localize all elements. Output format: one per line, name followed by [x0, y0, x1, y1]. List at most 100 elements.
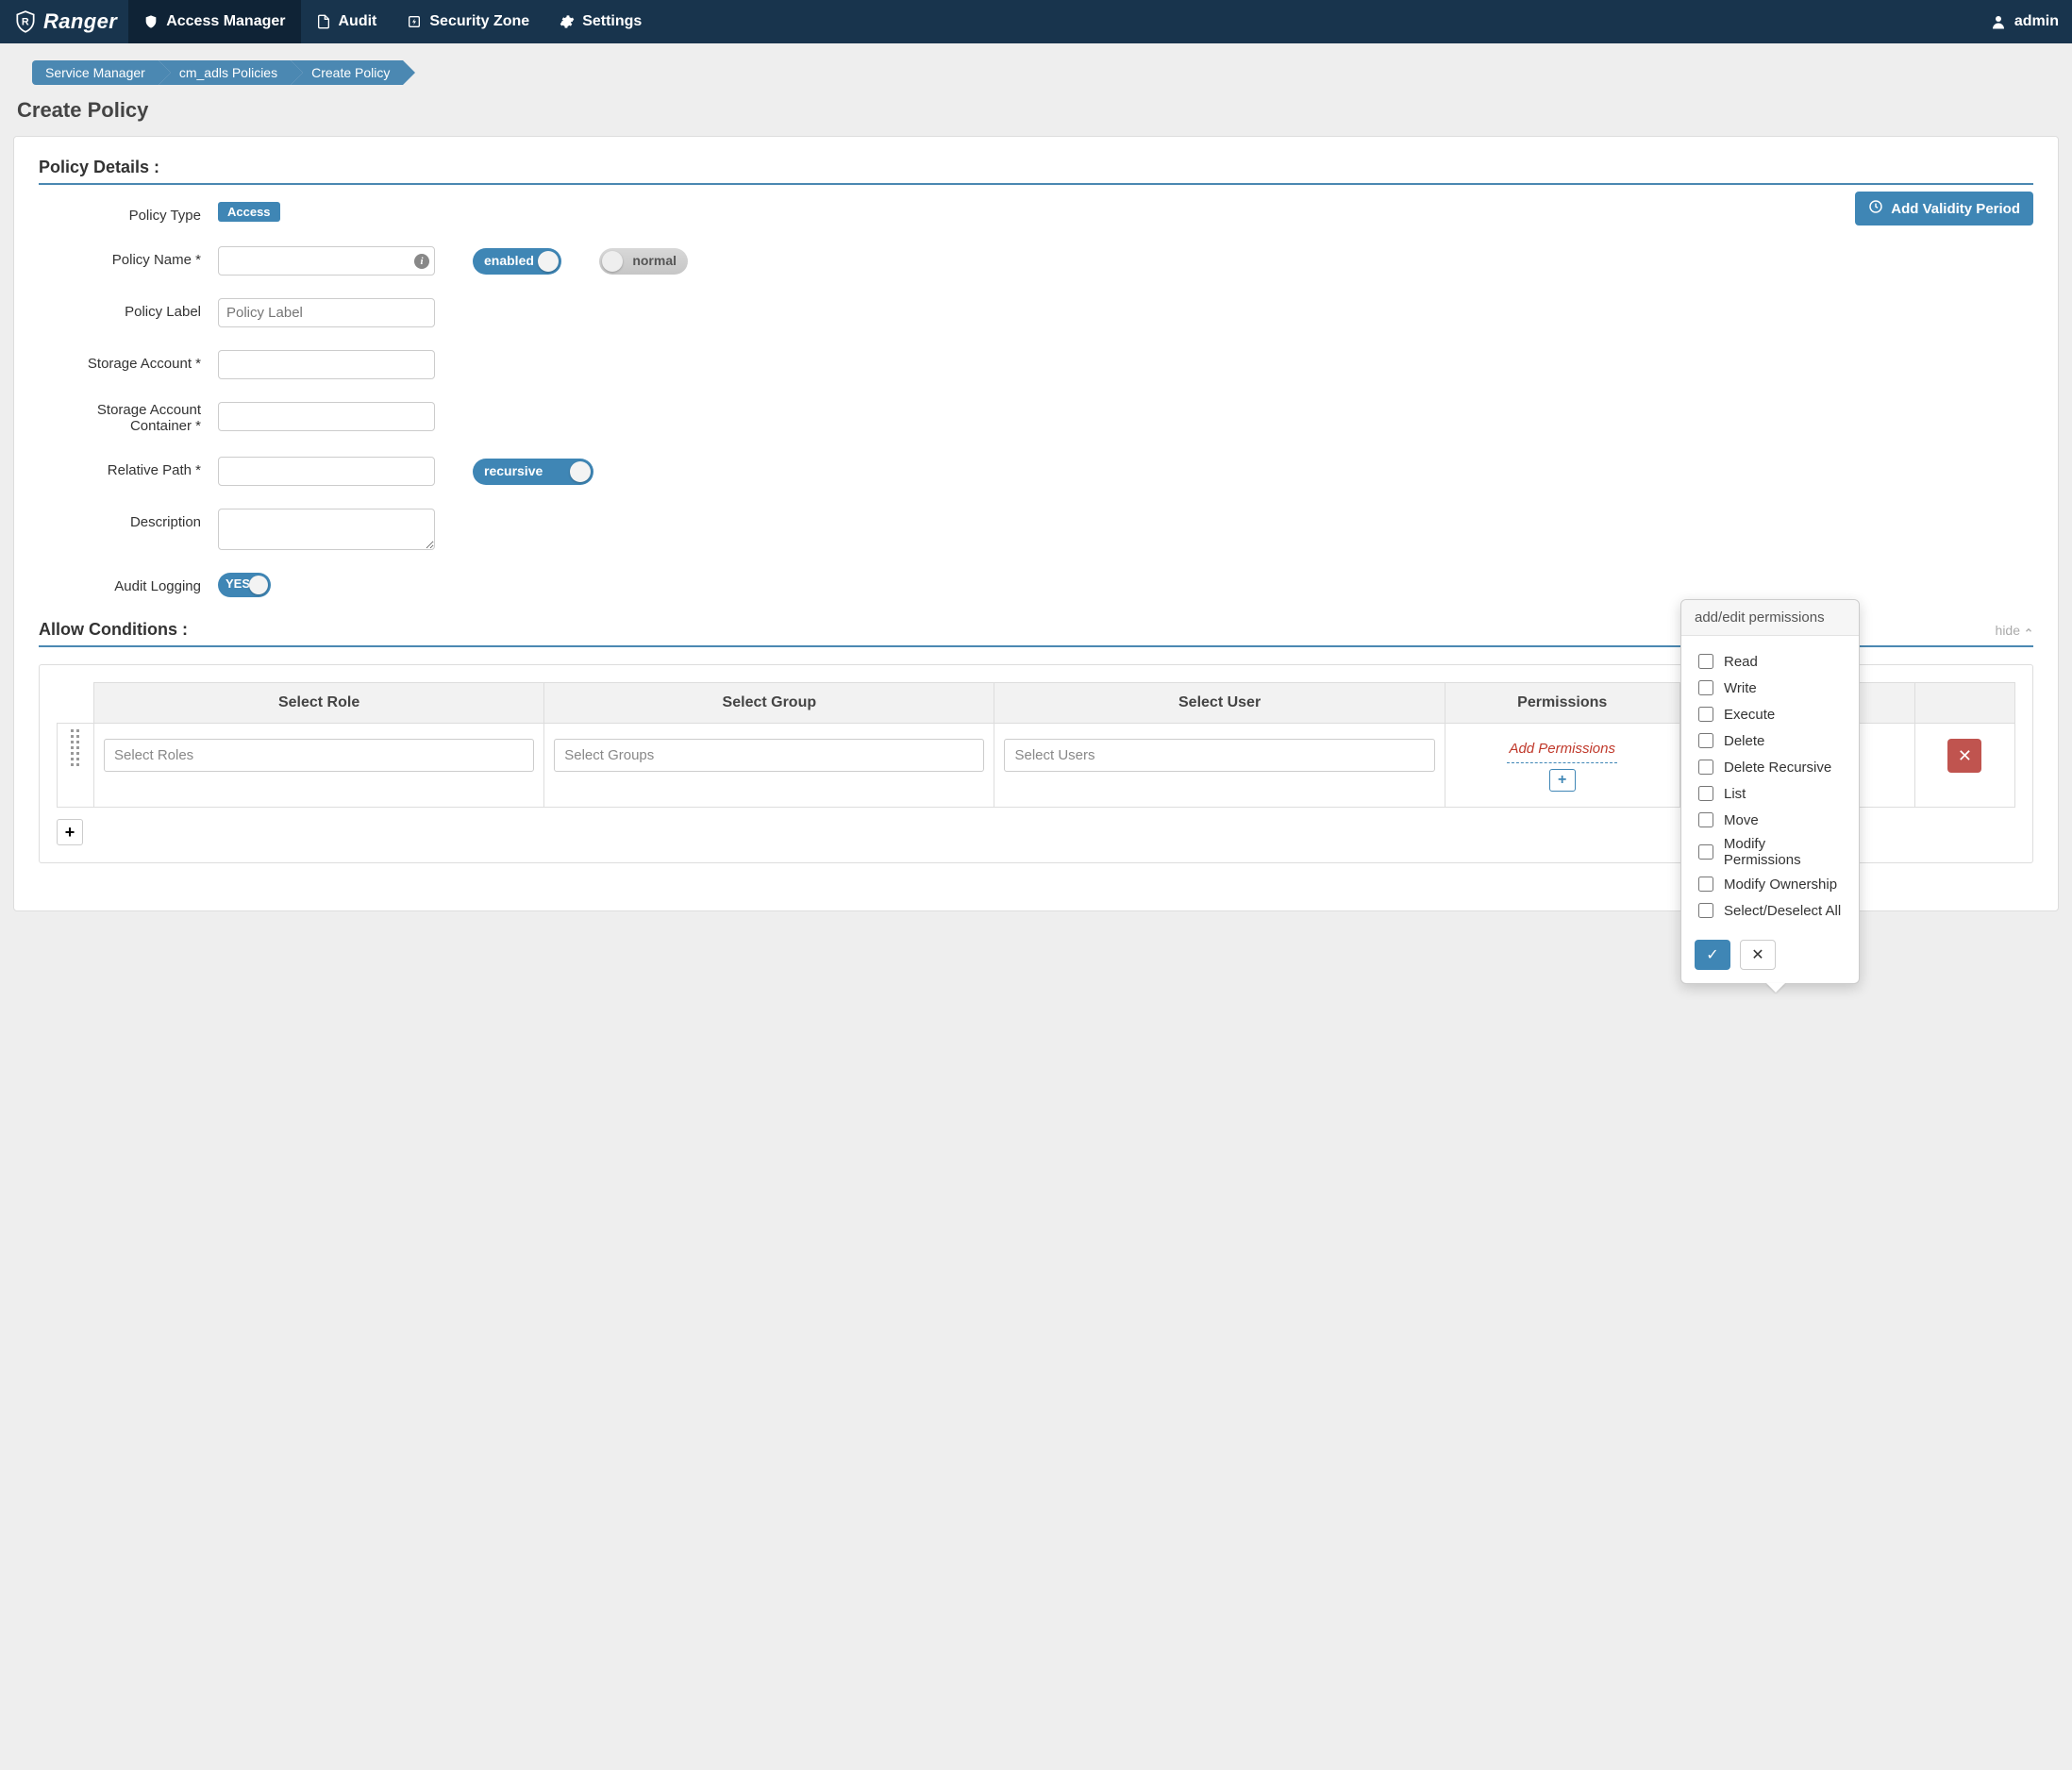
select-groups-input[interactable]: Select Groups	[554, 739, 984, 772]
policy-label-input[interactable]	[218, 298, 435, 327]
label-storage-account-container: Storage Account Container *	[39, 402, 218, 434]
nav-label: Audit	[339, 13, 377, 30]
permission-checkbox[interactable]	[1698, 733, 1713, 748]
nav-label: Access Manager	[166, 13, 285, 30]
permission-label: Write	[1724, 680, 1757, 696]
permission-label: Delete	[1724, 733, 1764, 749]
select-users-input[interactable]: Select Users	[1004, 739, 1434, 772]
permission-item[interactable]: Move	[1695, 810, 1846, 830]
button-label: Add Validity Period	[1891, 201, 2020, 217]
permission-label: Execute	[1724, 707, 1775, 723]
drag-handle[interactable]	[58, 724, 94, 808]
label-description: Description	[39, 509, 218, 530]
add-permission-button[interactable]: +	[1549, 769, 1576, 792]
bolt-icon	[407, 14, 422, 29]
label-audit-logging: Audit Logging	[39, 573, 218, 594]
nav: Access Manager Audit Security Zone Setti…	[128, 0, 657, 43]
user-icon	[1990, 13, 2007, 30]
nav-security-zone[interactable]: Security Zone	[392, 0, 544, 43]
svg-text:R: R	[22, 16, 29, 27]
page-title: Create Policy	[17, 98, 2059, 123]
permission-checkbox[interactable]	[1698, 760, 1713, 775]
user-menu[interactable]: admin	[1990, 13, 2059, 30]
add-validity-button[interactable]: Add Validity Period	[1855, 192, 2033, 225]
nav-access-manager[interactable]: Access Manager	[128, 0, 300, 43]
storage-account-input[interactable]	[218, 350, 435, 379]
description-textarea[interactable]	[218, 509, 435, 550]
permissions-popover: add/edit permissions Read Write Execute Del…	[1680, 599, 1860, 984]
permission-label: Select/Deselect All	[1724, 903, 1841, 919]
popover-confirm-button[interactable]: ✓	[1695, 940, 1730, 970]
permission-item[interactable]: Delete Recursive	[1695, 757, 1846, 777]
nav-audit[interactable]: Audit	[301, 0, 393, 43]
permission-label: List	[1724, 786, 1746, 802]
permission-item[interactable]: Modify Ownership	[1695, 874, 1846, 894]
permission-item[interactable]: Execute	[1695, 704, 1846, 725]
permission-checkbox[interactable]	[1698, 812, 1713, 827]
breadcrumb: Service Manager cm_adls Policies Create …	[32, 60, 2059, 85]
check-icon: ✓	[1706, 947, 1718, 963]
th-user: Select User	[994, 683, 1445, 724]
add-permissions-link[interactable]: Add Permissions	[1507, 739, 1617, 763]
permission-item[interactable]: Modify Permissions	[1695, 836, 1846, 868]
th-permissions: Permissions	[1445, 683, 1679, 724]
brand[interactable]: R Ranger	[13, 9, 117, 34]
permission-checkbox[interactable]	[1698, 707, 1713, 722]
permission-checkbox[interactable]	[1698, 844, 1713, 860]
breadcrumb-item[interactable]: Create Policy	[291, 60, 403, 85]
shield-icon	[143, 14, 159, 29]
brand-shield-icon: R	[13, 9, 38, 34]
drag-icon	[59, 729, 92, 766]
enabled-toggle[interactable]: enabled	[473, 248, 561, 275]
permission-item[interactable]: Write	[1695, 677, 1846, 698]
select-roles-input[interactable]: Select Roles	[104, 739, 534, 772]
navbar: R Ranger Access Manager Audit Security Z…	[0, 0, 2072, 43]
audit-logging-toggle[interactable]: YES	[218, 573, 271, 597]
th-group: Select Group	[544, 683, 994, 724]
gear-icon	[560, 14, 575, 29]
policy-type-badge: Access	[218, 202, 280, 222]
nav-settings[interactable]: Settings	[544, 0, 657, 43]
th-role: Select Role	[93, 683, 543, 724]
delete-row-button[interactable]: ✕	[1947, 739, 1981, 773]
permission-checkbox[interactable]	[1698, 654, 1713, 669]
permission-checkbox[interactable]	[1698, 877, 1713, 892]
permission-checkbox[interactable]	[1698, 680, 1713, 695]
popover-cancel-button[interactable]: ✕	[1740, 940, 1776, 970]
hide-link[interactable]: hide	[1996, 623, 2033, 638]
policy-name-input[interactable]	[218, 246, 435, 276]
popover-arrow	[1766, 983, 1785, 993]
label-policy-label: Policy Label	[39, 298, 218, 320]
relative-path-input[interactable]	[218, 457, 435, 486]
add-row-button[interactable]: +	[57, 819, 83, 845]
section-title-allow-conditions: Allow Conditions :	[39, 620, 188, 640]
permission-item[interactable]: Select/Deselect All	[1695, 900, 1846, 921]
nav-label: Settings	[582, 13, 642, 30]
chevron-up-icon	[2024, 623, 2033, 638]
permission-label: Move	[1724, 812, 1759, 828]
nav-label: Security Zone	[429, 13, 529, 30]
breadcrumb-item[interactable]: Service Manager	[32, 60, 159, 85]
label-policy-name: Policy Name *	[39, 246, 218, 268]
info-icon[interactable]: i	[414, 254, 429, 269]
permission-checkbox[interactable]	[1698, 903, 1713, 918]
section-title-policy-details: Policy Details :	[39, 158, 2033, 185]
storage-account-container-input[interactable]	[218, 402, 435, 431]
label-policy-type: Policy Type	[39, 202, 218, 224]
close-icon: ✕	[1751, 947, 1763, 963]
popover-title: add/edit permissions	[1681, 600, 1859, 636]
permission-item[interactable]: List	[1695, 783, 1846, 804]
clock-icon	[1868, 199, 1883, 218]
permission-label: Delete Recursive	[1724, 760, 1831, 776]
permission-label: Modify Permissions	[1724, 836, 1846, 868]
normal-toggle[interactable]: normal	[599, 248, 688, 275]
recursive-toggle[interactable]: recursive	[473, 459, 593, 485]
permission-item[interactable]: Delete	[1695, 730, 1846, 751]
permission-item[interactable]: Read	[1695, 651, 1846, 672]
panel: Add Validity Period Policy Details : Pol…	[13, 136, 2059, 911]
file-icon	[316, 14, 331, 29]
label-storage-account: Storage Account *	[39, 350, 218, 372]
user-name: admin	[2014, 13, 2059, 30]
permission-checkbox[interactable]	[1698, 786, 1713, 801]
breadcrumb-item[interactable]: cm_adls Policies	[159, 60, 291, 85]
